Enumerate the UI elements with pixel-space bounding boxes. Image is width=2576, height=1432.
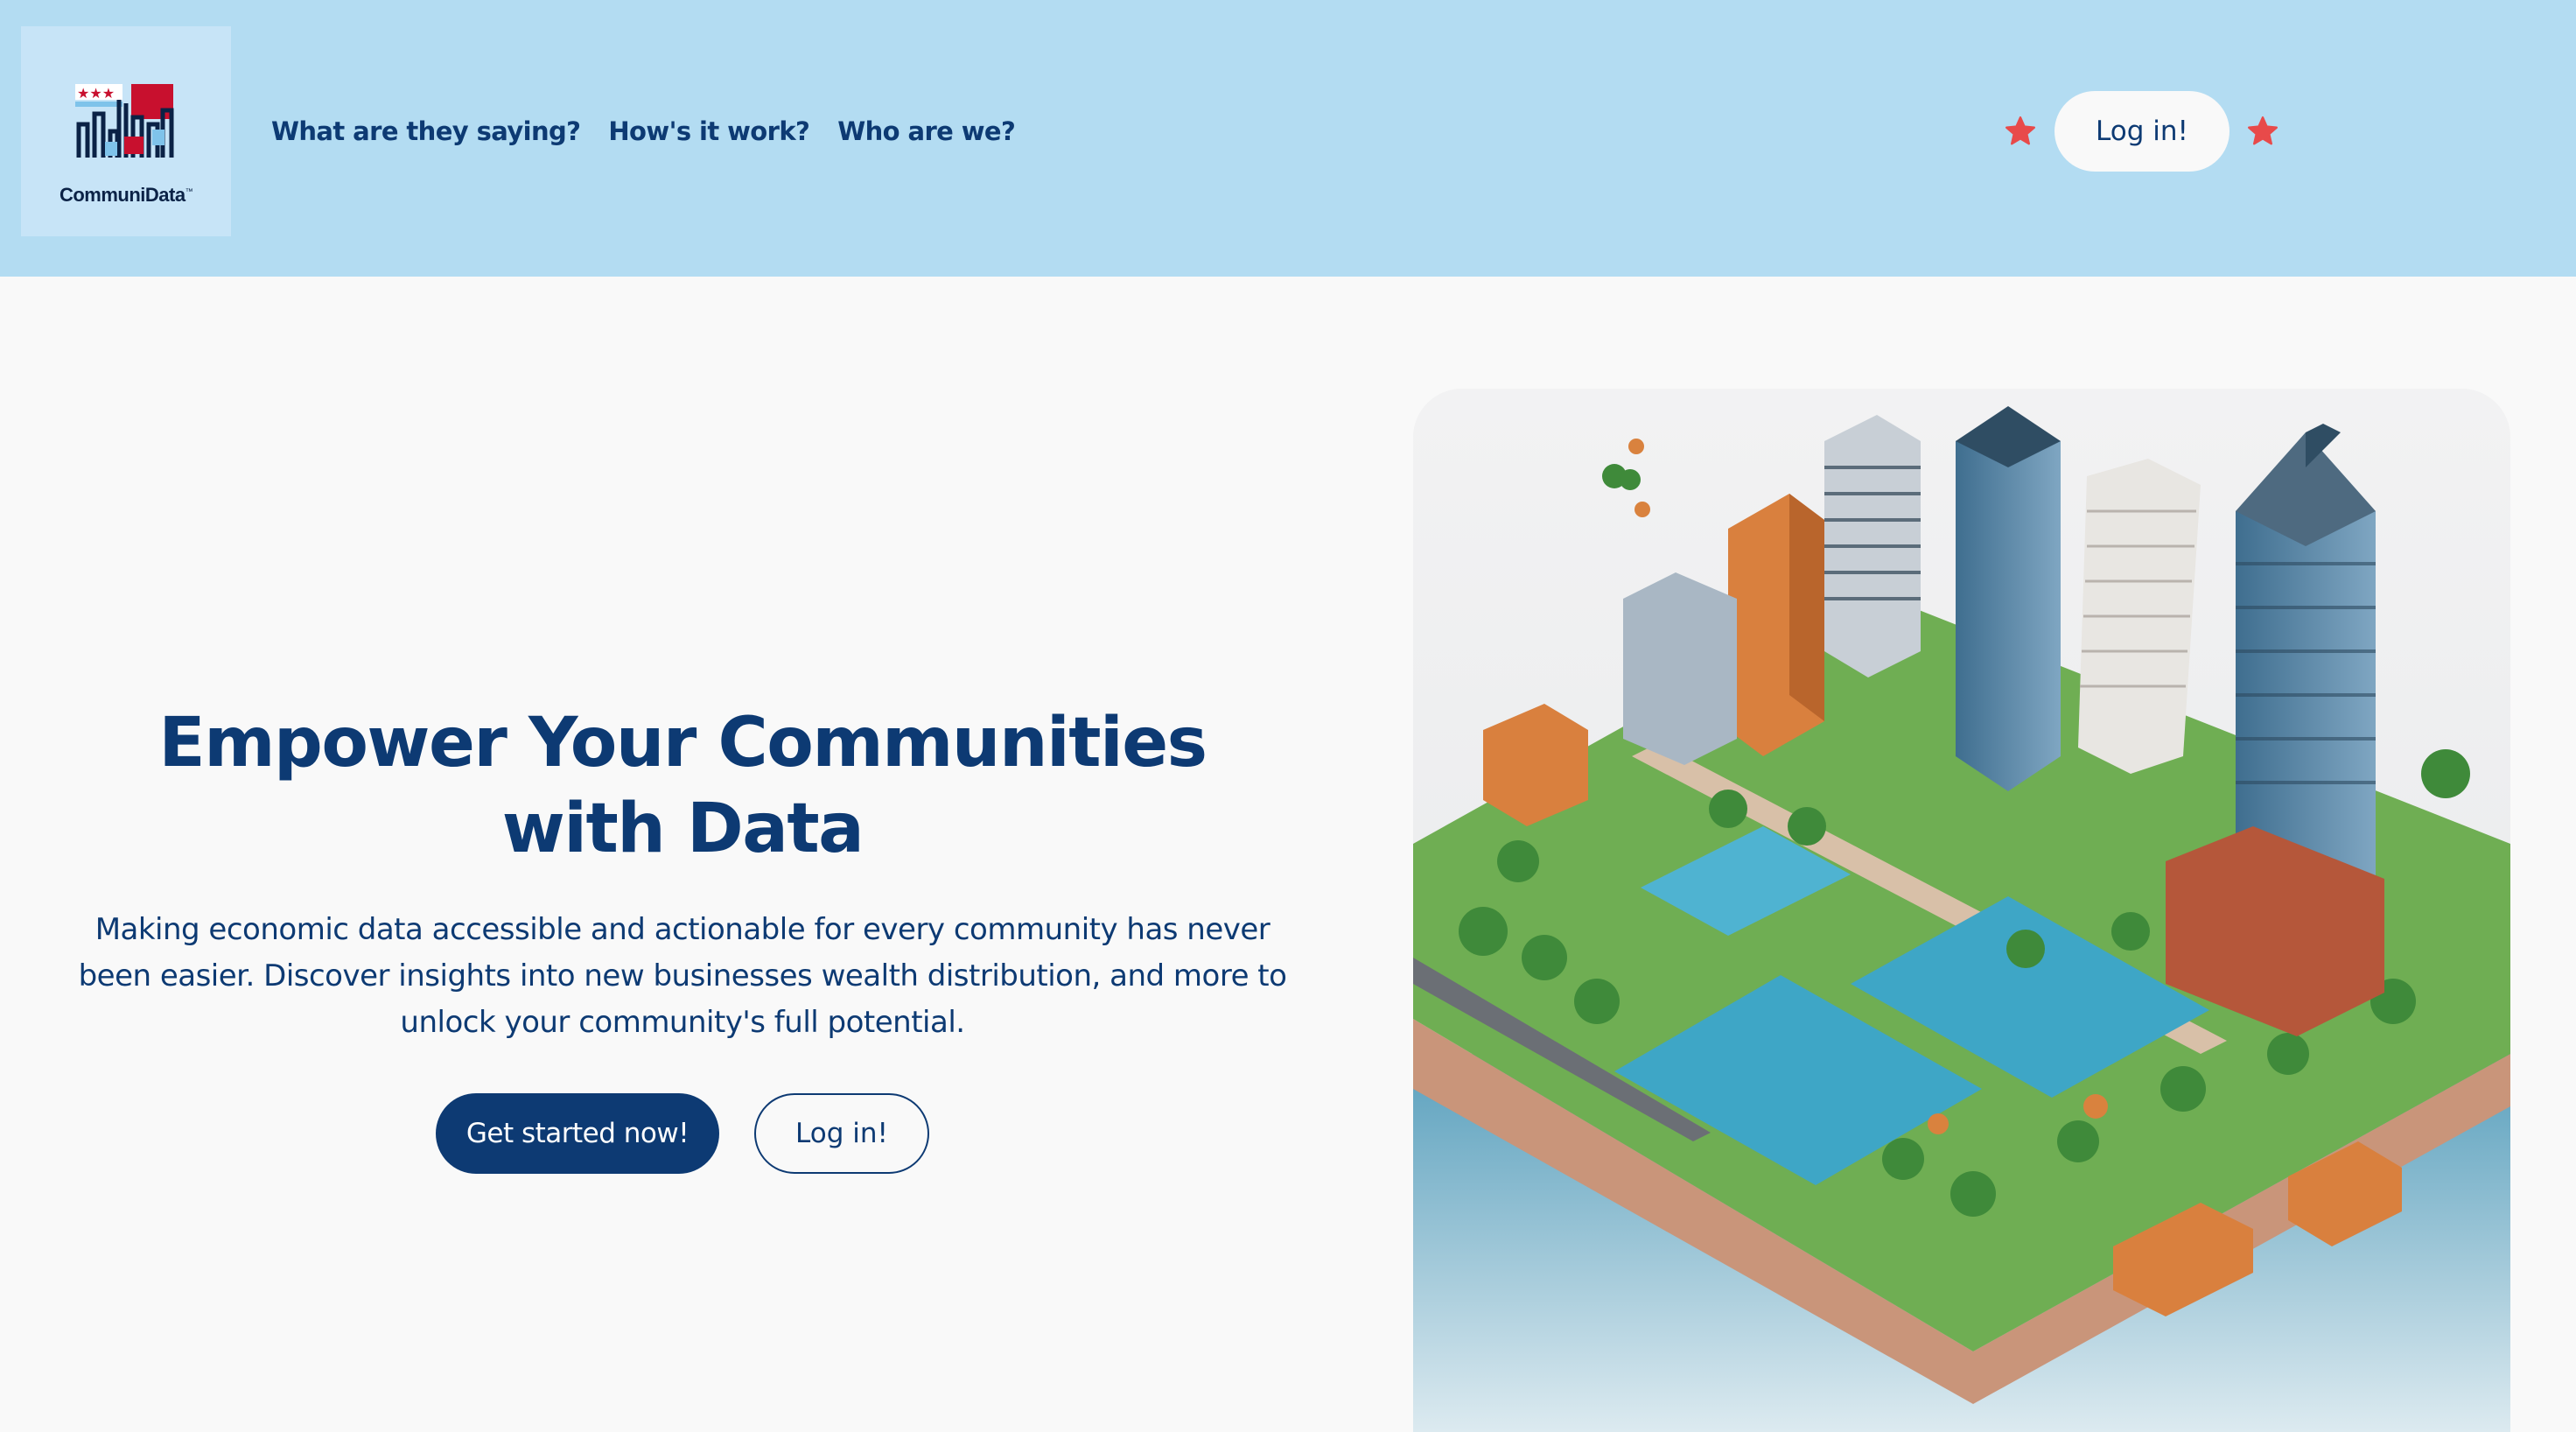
main-nav: What are they saying? How's it work? Who… [271, 110, 1016, 152]
nav-item-how-it-works[interactable]: How's it work? [608, 116, 809, 146]
brand-logo[interactable]: ★★★ CommuniData™ [21, 26, 231, 236]
hero-subtitle: Making economic data accessible and acti… [78, 912, 1287, 1040]
brand-name: CommuniData™ [59, 184, 193, 206]
header-login-button[interactable]: Log in! [2054, 91, 2230, 172]
hero-city-illustration [1413, 389, 2510, 1432]
isometric-city-image [1413, 389, 2510, 1432]
site-header: ★★★ CommuniData™ What are they saying? H… [0, 0, 2576, 277]
hero-title: Empower Your Communities with Data [158, 704, 1208, 868]
hero-actions: Get started now! Log in! [436, 1093, 929, 1174]
star-icon [2005, 116, 2036, 145]
nav-item-about[interactable]: Who are we? [837, 116, 1016, 146]
nav-item-testimonials[interactable]: What are they saying? [271, 116, 581, 146]
hero-section: Empower Your Communities with Data Makin… [70, 700, 1295, 1046]
svg-text:★★★: ★★★ [77, 85, 115, 102]
hero-login-button[interactable]: Log in! [754, 1093, 929, 1174]
star-icon [2247, 116, 2278, 145]
get-started-button[interactable]: Get started now! [436, 1093, 719, 1174]
